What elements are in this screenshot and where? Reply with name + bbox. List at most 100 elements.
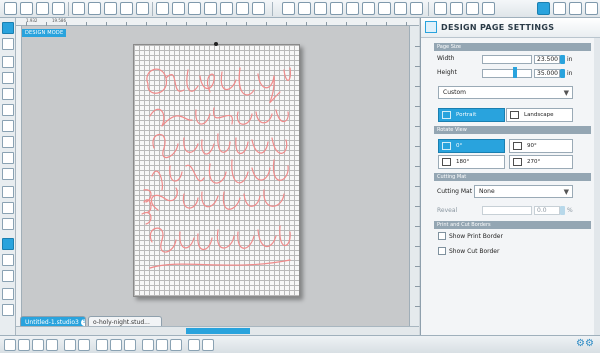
copy-icon[interactable] [88, 2, 101, 15]
line-tool-icon[interactable] [2, 56, 14, 68]
cut-settings-icon[interactable] [330, 2, 343, 15]
align-icon[interactable] [142, 339, 154, 351]
replicate-icon[interactable] [378, 2, 391, 15]
offset-icon[interactable] [362, 2, 375, 15]
cut-icon[interactable] [72, 2, 85, 15]
duplicate-icon[interactable] [4, 339, 16, 351]
arc-tool-icon[interactable] [2, 152, 14, 164]
panel-settings-gear-icon[interactable]: ⚙⚙ [576, 338, 594, 349]
fill-color-icon[interactable] [282, 2, 295, 15]
panel-view-icon[interactable] [2, 288, 14, 300]
top-toolbar [0, 0, 600, 18]
eraser-tool-icon[interactable] [2, 202, 14, 214]
cutting-mat-dropdown[interactable]: None ▼ [474, 185, 573, 198]
print-cut-icon[interactable] [569, 2, 582, 15]
settings-icon[interactable] [482, 2, 495, 15]
open-icon[interactable] [20, 2, 33, 15]
edit-points-icon[interactable] [2, 38, 14, 50]
zoom-fit-icon[interactable] [188, 2, 201, 15]
delete-icon[interactable] [18, 339, 30, 351]
release-compound-icon[interactable] [78, 339, 90, 351]
store-cart-icon[interactable] [585, 2, 598, 15]
line-color-icon[interactable] [298, 2, 311, 15]
weld-icon[interactable] [96, 339, 108, 351]
rotate-90-icon [513, 142, 522, 150]
width-unit: in [567, 56, 573, 63]
design-page-settings-icon[interactable] [537, 2, 550, 15]
zoom-area-icon[interactable] [236, 2, 249, 15]
ruler-label-1: 1.932 [26, 18, 38, 23]
mirror-icon[interactable] [156, 339, 168, 351]
reveal-field[interactable]: 0.0 [534, 206, 560, 215]
panel-scrollbar[interactable] [594, 38, 600, 335]
page-size-dropdown[interactable]: Custom ▼ [438, 86, 573, 99]
modify-icon[interactable] [410, 2, 423, 15]
landscape-button[interactable]: Landscape [506, 108, 573, 122]
left-toolbar [0, 18, 16, 335]
paste-icon[interactable] [104, 2, 117, 15]
rotate-icon[interactable] [170, 339, 182, 351]
knife-tool-icon[interactable] [2, 218, 14, 230]
show-cut-border-checkbox[interactable] [438, 247, 446, 255]
library-icon[interactable] [434, 2, 447, 15]
height-slider-handle[interactable] [513, 67, 517, 78]
chevron-down-icon: ▼ [563, 188, 569, 196]
draw-mode-icon[interactable] [2, 238, 14, 250]
trace-icon[interactable] [346, 2, 359, 15]
freehand-tool-icon[interactable] [2, 168, 14, 180]
make-compound-icon[interactable] [64, 339, 76, 351]
undo-icon[interactable] [120, 2, 133, 15]
send-back-icon[interactable] [124, 339, 136, 351]
store-panel-icon[interactable] [2, 270, 14, 282]
rotate-0-label: 0° [456, 143, 463, 149]
transform-icon[interactable] [394, 2, 407, 15]
horizontal-scrollbar[interactable] [16, 326, 419, 335]
rotate-0-button[interactable]: 0° [438, 139, 505, 153]
redraw-icon[interactable] [252, 2, 265, 15]
height-stepper[interactable] [560, 69, 565, 78]
redo-icon[interactable] [136, 2, 149, 15]
rotate-270-button[interactable]: 270° [509, 155, 573, 169]
blog-icon[interactable] [466, 2, 479, 15]
portrait-button[interactable]: Portrait [438, 108, 505, 122]
rectangle-tool-icon[interactable] [2, 72, 14, 84]
height-unit: in [567, 70, 573, 77]
zoom-in-icon[interactable] [156, 2, 169, 15]
select-tool-icon[interactable] [2, 22, 14, 34]
pan-icon[interactable] [204, 2, 217, 15]
script-artwork[interactable] [140, 62, 294, 274]
rounded-rectangle-icon[interactable] [2, 88, 14, 100]
width-slider[interactable] [482, 55, 532, 64]
show-print-border-checkbox[interactable] [438, 232, 446, 240]
group-icon[interactable] [32, 339, 44, 351]
ellipse-tool-icon[interactable] [2, 104, 14, 116]
new-document-icon[interactable] [4, 2, 17, 15]
width-field[interactable]: 23.500 [534, 55, 560, 64]
curve-tool-icon[interactable] [2, 136, 14, 148]
chevron-down-icon: ▼ [563, 89, 569, 97]
send-icon[interactable] [553, 2, 566, 15]
tab-close-badge[interactable]: 5 [80, 319, 85, 326]
rotate-180-button[interactable]: 180° [438, 155, 505, 169]
library-panel-icon[interactable] [2, 254, 14, 266]
store-icon[interactable] [450, 2, 463, 15]
rotate-90-button[interactable]: 90° [509, 139, 573, 153]
bring-front-icon[interactable] [110, 339, 122, 351]
offset-tool-icon[interactable] [202, 339, 214, 351]
height-field[interactable]: 35.000 [534, 69, 560, 78]
grid-view-icon[interactable] [2, 304, 14, 316]
line-style-icon[interactable] [314, 2, 327, 15]
reveal-stepper[interactable] [560, 206, 565, 215]
zoom-page-icon[interactable] [220, 2, 233, 15]
ungroup-icon[interactable] [46, 339, 58, 351]
print-icon[interactable] [52, 2, 65, 15]
flip-icon[interactable] [188, 339, 200, 351]
text-tool-icon[interactable] [2, 186, 14, 198]
reveal-slider[interactable] [482, 206, 532, 215]
save-icon[interactable] [36, 2, 49, 15]
width-stepper[interactable] [560, 55, 565, 64]
polygon-tool-icon[interactable] [2, 120, 14, 132]
zoom-out-icon[interactable] [172, 2, 185, 15]
scrollbar-thumb[interactable] [186, 328, 250, 334]
height-slider[interactable] [482, 69, 532, 78]
